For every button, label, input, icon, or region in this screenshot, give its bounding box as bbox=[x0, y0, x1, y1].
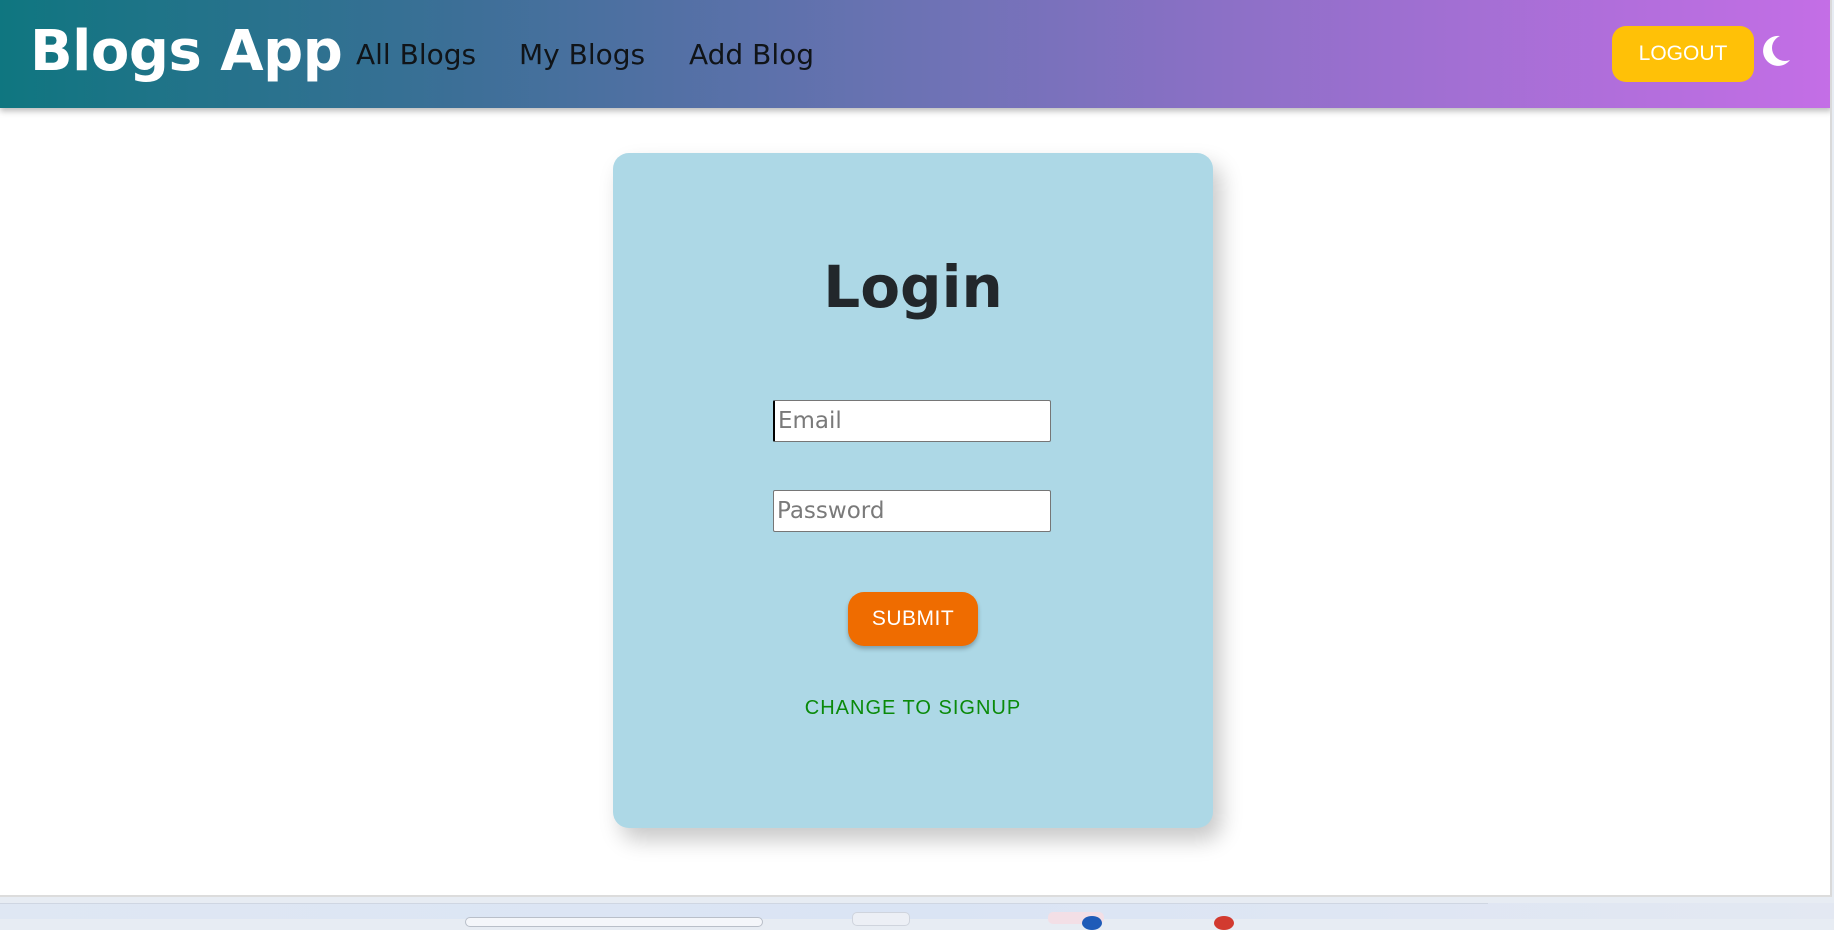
app-brand: Blogs App bbox=[30, 19, 343, 84]
login-card: Login SUBMIT CHANGE TO SIGNUP bbox=[613, 153, 1213, 828]
logout-button[interactable]: LOGOUT bbox=[1612, 26, 1754, 82]
app-bar: Blogs App All Blogs My Blogs Add Blog LO… bbox=[0, 0, 1830, 108]
taskbar bbox=[0, 903, 1834, 927]
email-input[interactable] bbox=[773, 400, 1051, 442]
change-to-signup-link[interactable]: CHANGE TO SIGNUP bbox=[613, 693, 1213, 723]
submit-button[interactable]: SUBMIT bbox=[848, 592, 978, 646]
taskbar-app-icon[interactable] bbox=[1082, 916, 1102, 930]
nav-add-blog[interactable]: Add Blog bbox=[689, 36, 814, 74]
taskbar-app-icon[interactable] bbox=[1214, 916, 1234, 930]
taskbar-divider bbox=[0, 903, 1488, 904]
login-title: Login bbox=[823, 253, 1003, 321]
nav-my-blogs[interactable]: My Blogs bbox=[519, 36, 645, 74]
taskbar-app-icon[interactable] bbox=[852, 912, 910, 926]
nav-all-blogs[interactable]: All Blogs bbox=[356, 36, 476, 74]
browser-viewport: Blogs App All Blogs My Blogs Add Blog LO… bbox=[0, 0, 1832, 897]
moon-icon[interactable] bbox=[1762, 34, 1792, 68]
password-input[interactable] bbox=[773, 490, 1051, 532]
